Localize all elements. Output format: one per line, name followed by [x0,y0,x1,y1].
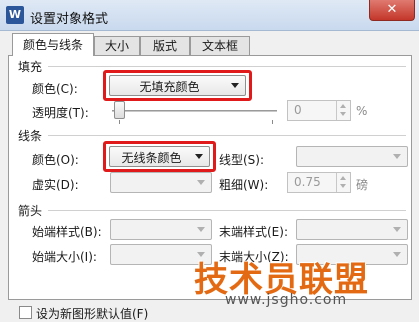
fill-color-label: 颜色(C): [32,82,78,96]
fill-color-dropdown[interactable]: 无填充颜色 [109,75,246,96]
chevron-down-icon [195,154,203,159]
weight-unit: 磅 [356,178,369,192]
transparency-spinbox[interactable]: 0 [287,100,351,121]
transparency-slider-track[interactable] [112,110,277,112]
fill-divider [48,66,406,67]
arrows-section-label: 箭头 [18,204,43,218]
transparency-slider-thumb[interactable] [114,101,125,119]
percent-sign: % [356,104,368,118]
slider-tick [272,120,273,124]
window-title: 设置对象格式 [30,12,109,27]
chevron-down-icon [393,252,401,257]
fill-color-value: 无填充颜色 [139,80,200,94]
chevron-down-icon [231,83,239,88]
spin-buttons[interactable] [336,173,350,192]
tab-size[interactable]: 大小 [94,36,140,55]
wps-app-icon: W [6,6,24,24]
set-default-checkbox[interactable] [19,306,32,319]
chevron-down-icon [393,154,401,159]
end-style-dropdown[interactable] [296,219,408,240]
line-style-label: 线型(S): [219,153,265,167]
arrows-divider [48,210,406,211]
chevron-down-icon [393,227,401,232]
begin-size-label: 始端大小(I): [32,250,97,264]
dash-dropdown[interactable] [110,172,212,193]
tab-layout[interactable]: 版式 [140,36,190,55]
spin-buttons[interactable] [336,101,350,120]
slider-tick [119,120,120,124]
line-color-label: 颜色(O): [32,153,79,167]
line-color-value: 无线条颜色 [121,151,182,165]
begin-style-dropdown[interactable] [110,219,212,240]
line-color-dropdown[interactable]: 无线条颜色 [109,146,210,167]
end-style-label: 末端样式(E): [219,225,288,239]
chevron-down-icon [197,180,205,185]
fill-section-label: 填充 [18,60,43,74]
weight-spinbox[interactable]: 0.75 [287,172,351,193]
line-divider [48,135,406,136]
tab-text-box[interactable]: 文本框 [190,36,250,55]
close-button[interactable]: ✕ [369,0,415,21]
tab-colors-and-lines[interactable]: 颜色与线条 [12,33,94,56]
dash-label: 虚实(D): [32,178,79,192]
begin-style-label: 始端样式(B): [32,225,102,239]
line-style-dropdown[interactable] [296,146,408,167]
transparency-value: 0 [294,103,302,117]
transparency-label: 透明度(T): [32,106,89,120]
weight-value: 0.75 [294,175,321,189]
set-default-label: 设为新图形默认值(F) [36,307,149,321]
line-section-label: 线条 [18,129,43,143]
site-watermark-url: www.jsgho.com [225,292,348,308]
weight-label: 粗细(W): [219,178,269,192]
chevron-down-icon [197,227,205,232]
